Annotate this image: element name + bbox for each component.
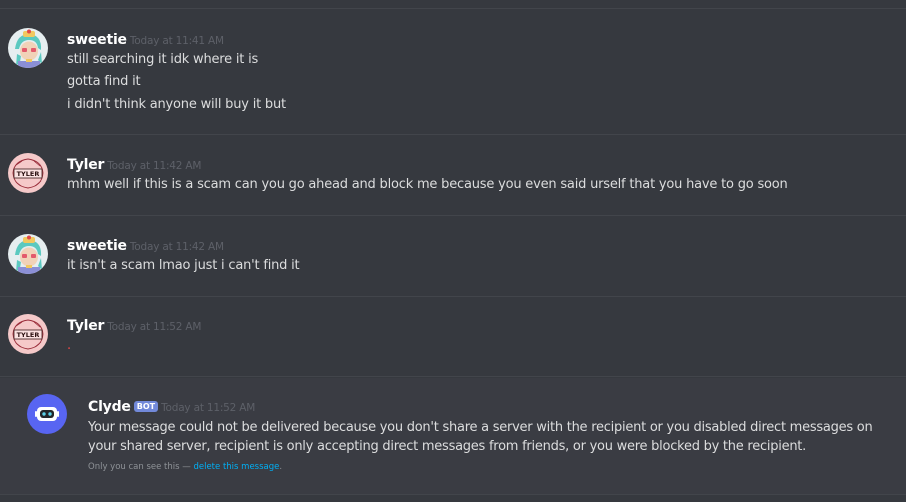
message-group: sweetie Today at 11:41 AM still searching…	[0, 20, 906, 135]
avatar-text: TYLER	[17, 331, 40, 339]
author-name[interactable]: sweetie	[67, 32, 127, 48]
message-header: sweetie Today at 11:42 AM	[67, 235, 224, 254]
author-name[interactable]: Tyler	[67, 318, 104, 334]
message-group: TYLER Tyler Today at 11:42 AM mhm well if…	[0, 145, 906, 215]
message-header: Tyler Today at 11:42 AM	[67, 154, 201, 173]
message-text: .	[67, 338, 71, 353]
message-divider	[0, 8, 906, 9]
message-timestamp: Today at 11:52 AM	[161, 402, 256, 414]
message-text: Your message could not be delivered beca…	[88, 420, 873, 454]
message-divider	[0, 494, 906, 495]
message-group: TYLER Tyler Today at 11:52 AM .	[0, 306, 906, 376]
message-text: still searching it idk where it is	[67, 52, 259, 67]
message-divider	[0, 215, 906, 216]
message-group: sweetie Today at 11:42 AM it isn't a scam…	[0, 226, 906, 296]
delete-message-link[interactable]: delete this message	[193, 462, 279, 472]
notice-text: Only you can see this —	[88, 462, 194, 472]
message-text: gotta find it	[67, 74, 141, 89]
author-name[interactable]: Tyler	[67, 157, 104, 173]
author-name[interactable]: sweetie	[67, 238, 127, 254]
message-timestamp: Today at 11:52 AM	[107, 321, 202, 333]
ephemeral-notice: Only you can see this — delete this mess…	[88, 462, 282, 472]
chat-messages: sweetie Today at 11:41 AM still searching…	[0, 0, 906, 502]
clyde-robot-icon[interactable]	[27, 394, 67, 434]
message-text: mhm well if this is a scam can you go ah…	[67, 177, 788, 192]
author-name[interactable]: Clyde	[88, 399, 131, 415]
message-timestamp: Today at 11:41 AM	[129, 35, 224, 47]
message-header: Tyler Today at 11:52 AM	[67, 315, 201, 334]
message-text: i didn't think anyone will buy it but	[67, 97, 286, 112]
message-divider	[0, 376, 906, 377]
sweetie-avatar-icon[interactable]	[8, 234, 48, 274]
message-header: Clyde BOT Today at 11:52 AM	[88, 396, 255, 415]
bot-tag-badge: BOT	[133, 401, 159, 412]
message-divider	[0, 134, 906, 135]
message-header: sweetie Today at 11:41 AM	[67, 29, 224, 48]
message-text: it isn't a scam lmao just i can't find i…	[67, 258, 300, 273]
sweetie-avatar-icon[interactable]	[8, 28, 48, 68]
message-timestamp: Today at 11:42 AM	[107, 160, 202, 172]
message-divider	[0, 296, 906, 297]
message-timestamp: Today at 11:42 AM	[129, 241, 224, 253]
tyler-avatar-icon[interactable]: TYLER	[8, 314, 48, 354]
notice-end: .	[279, 462, 283, 472]
tyler-avatar-icon[interactable]: TYLER	[8, 153, 48, 193]
avatar-text: TYLER	[17, 170, 40, 178]
